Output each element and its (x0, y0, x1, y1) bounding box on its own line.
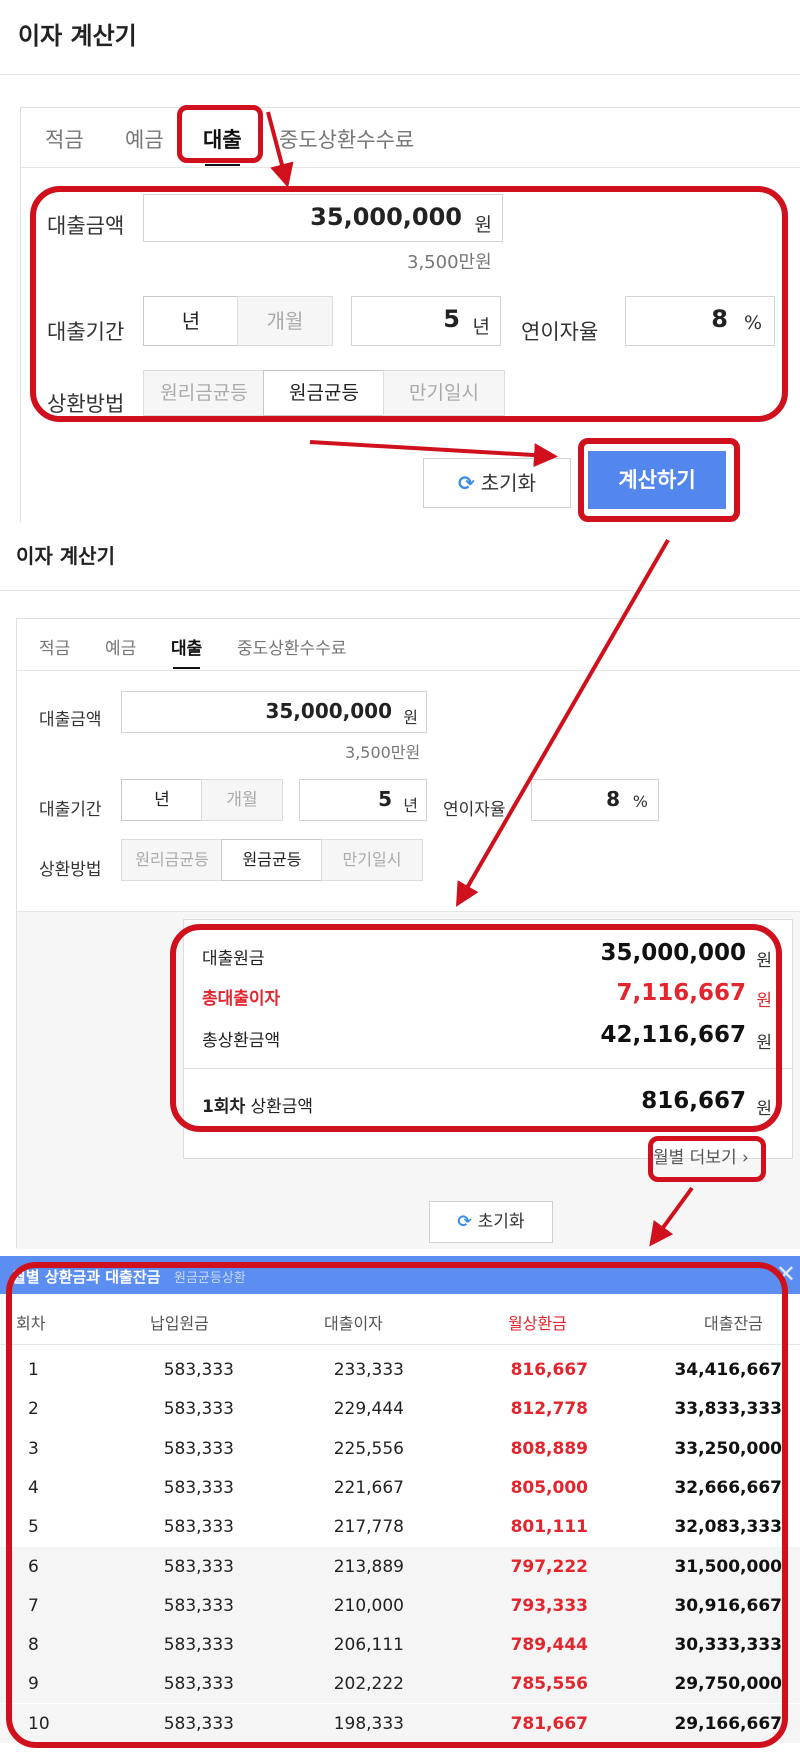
method-bullet[interactable]: 만기일시 (321, 839, 423, 881)
rate-input[interactable]: 8 % (531, 779, 659, 821)
highlight-more-link (648, 1136, 766, 1182)
amount-hint: 3,500만원 (345, 743, 421, 762)
period-year-option[interactable]: 년 (121, 779, 203, 821)
highlight-loan-tab (177, 105, 263, 163)
page-title-2: 이자 계산기 (16, 544, 115, 568)
highlight-table (6, 1262, 788, 1748)
period-label: 대출기간 (39, 800, 102, 820)
amount-unit: 원 (403, 708, 418, 727)
tab-deposit[interactable]: 예금 (105, 634, 136, 659)
reset-button[interactable]: ⟳ 초기화 (429, 1201, 553, 1243)
tab-savings[interactable]: 적금 (39, 634, 70, 659)
refresh-icon: ⟳ (458, 471, 475, 495)
reset-button[interactable]: ⟳ 초기화 (423, 458, 571, 508)
period-unit: 년 (403, 796, 418, 815)
period-month-option[interactable]: 개월 (201, 779, 283, 821)
amount-value: 35,000,000 (265, 699, 392, 723)
highlight-input-area (30, 186, 788, 422)
highlight-result-card (170, 924, 782, 1132)
tab-bar: 적금 예금 대출 중도상환수수료 (21, 108, 800, 168)
method-equal-installment[interactable]: 원리금균등 (121, 839, 223, 881)
tab-loan[interactable]: 대출 (171, 634, 202, 669)
reset-label: 초기화 (480, 471, 536, 495)
highlight-calculate-button (578, 438, 740, 522)
amount-input[interactable]: 35,000,000 원 (121, 691, 427, 733)
tab-bar: 적금 예금 대출 중도상환수수료 (17, 619, 800, 671)
tab-prepayment-fee[interactable]: 중도상환수수료 (237, 634, 346, 659)
divider (0, 590, 800, 591)
period-value: 5 (378, 787, 392, 811)
rate-unit: % (632, 792, 648, 811)
tab-deposit[interactable]: 예금 (125, 124, 164, 154)
period-input[interactable]: 5 년 (299, 779, 427, 821)
method-equal-principal[interactable]: 원금균등 (221, 839, 323, 881)
reset-label: 초기화 (477, 1212, 525, 1232)
method-label: 상환방법 (39, 860, 102, 880)
refresh-icon: ⟳ (457, 1212, 472, 1232)
tab-savings[interactable]: 적금 (45, 124, 84, 154)
amount-label: 대출금액 (39, 710, 102, 730)
page-title: 이자 계산기 (18, 22, 137, 50)
rate-label: 연이자율 (443, 800, 506, 820)
rate-value: 8 (606, 787, 620, 811)
divider (0, 74, 800, 75)
tab-prepayment-fee[interactable]: 중도상환수수료 (279, 124, 414, 154)
